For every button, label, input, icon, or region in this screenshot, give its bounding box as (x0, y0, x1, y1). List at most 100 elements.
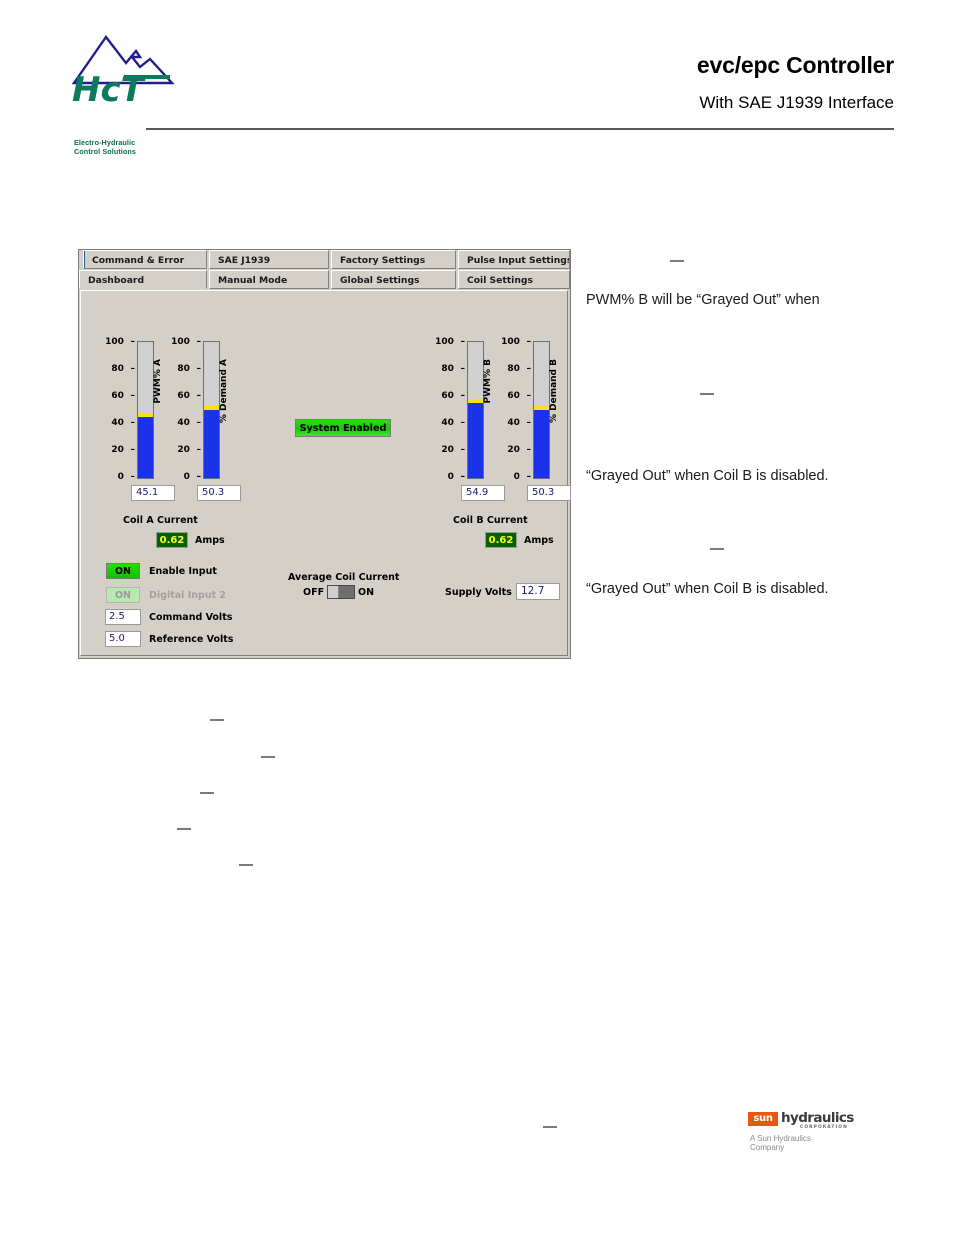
tick-60: 60 – (507, 391, 531, 401)
gauge-demand-b-label: % Demand B (549, 359, 559, 424)
tick-0: 0 – (447, 472, 465, 482)
command-volts-input[interactable]: 2.5 (105, 609, 141, 625)
tab-dashboard[interactable]: Dashboard (79, 270, 207, 289)
tick-60: 60 – (111, 391, 135, 401)
tick-40: 40 – (177, 418, 201, 428)
gauge-demand-a-label: % Demand A (219, 359, 229, 424)
logo-tagline-line1: Electro-Hydraulic (74, 138, 136, 147)
tick-40: 40 – (507, 418, 531, 428)
tab-pulse-input-settings[interactable]: Pulse Input Settings (458, 250, 570, 269)
supply-volts-value[interactable]: 12.7 (516, 583, 560, 600)
average-coil-current-on-label: ON (358, 587, 375, 598)
tick-40: 40 – (111, 418, 135, 428)
average-coil-current-toggle[interactable] (327, 585, 355, 599)
tick-60: 60 – (177, 391, 201, 401)
tick-80: 80 – (441, 364, 465, 374)
sun-hydraulics-logo: sun hydraulics CORPORATION A Sun Hydraul… (748, 1110, 854, 1152)
reference-volts-label: Reference Volts (149, 634, 234, 645)
gauge-pwm-a-label: PWM% A (153, 359, 163, 404)
tick-20: 20 – (507, 445, 531, 455)
gauge-demand-b-marker (534, 405, 549, 410)
system-enabled-status-button[interactable]: System Enabled (295, 419, 391, 437)
gauge-demand-a-ticks: 100 – 80 – 60 – 40 – 20 – 0 – (167, 337, 201, 483)
gauge-pwm-a: 100 – 80 – 60 – 40 – 20 – 0 – PWM% A 45.… (101, 337, 175, 501)
tick-60: 60 – (441, 391, 465, 401)
tick-80: 80 – (111, 364, 135, 374)
gauge-demand-a-marker (204, 405, 219, 410)
bullet-dash (670, 260, 684, 262)
coil-b-caption: Coil B Current (453, 515, 528, 526)
gauge-pwm-b-marker (468, 399, 483, 404)
tick-80: 80 – (507, 364, 531, 374)
coil-a-caption: Coil A Current (123, 515, 198, 526)
sun-wordmark: hydraulics (781, 1110, 854, 1126)
sun-tagline: A Sun Hydraulics Company (750, 1134, 811, 1152)
gauge-pwm-b: 100 – 80 – 60 – 40 – 20 – 0 – PWM% B 54.… (431, 337, 505, 501)
bullet-dash (700, 393, 714, 395)
digital-input-2-led[interactable]: ON (106, 587, 140, 603)
bullet-dash (261, 756, 275, 758)
tab-factory-settings[interactable]: Factory Settings (331, 250, 456, 269)
gauge-demand-a-tube (203, 341, 220, 479)
gauge-demand-b-tube (533, 341, 550, 479)
tab-command-error[interactable]: Command & Error (83, 250, 207, 269)
gauge-pwm-b-ticks: 100 – 80 – 60 – 40 – 20 – 0 – (431, 337, 465, 483)
tab-coil-settings[interactable]: Coil Settings (458, 270, 570, 289)
digital-input-2-label: Digital Input 2 (149, 590, 227, 601)
gauge-pwm-a-marker (138, 412, 153, 417)
header-divider (146, 128, 894, 130)
coil-b-current-value: 0.62 (485, 532, 517, 548)
tab-sae-j1939[interactable]: SAE J1939 (209, 250, 329, 269)
gauge-pwm-a-tube (137, 341, 154, 479)
body-paragraph-2: “Grayed Out” when Coil B is disabled. (586, 468, 829, 484)
logo-tagline-line2: Control Solutions (74, 147, 136, 156)
tick-100: 100 – (171, 337, 201, 347)
body-paragraph-1: PWM% B will be “Grayed Out” when (586, 292, 820, 308)
gauge-pwm-b-fill (468, 403, 483, 478)
tick-0: 0 – (513, 472, 531, 482)
tick-20: 20 – (111, 445, 135, 455)
gauge-pwm-b-label: PWM% B (483, 359, 493, 404)
page-header: HcT Electro-Hydraulic Control Solutions … (0, 0, 954, 156)
tab-manual-mode[interactable]: Manual Mode (209, 270, 329, 289)
reference-volts-input[interactable]: 5.0 (105, 631, 141, 647)
gauge-pwm-b-tube (467, 341, 484, 479)
tick-100: 100 – (435, 337, 465, 347)
gauge-pwm-b-value[interactable]: 54.9 (461, 485, 505, 501)
enable-input-label: Enable Input (149, 566, 217, 577)
tab-strip: Command & Error SAE J1939 Factory Settin… (79, 250, 570, 291)
average-coil-current-off-label: OFF (303, 587, 325, 598)
tick-40: 40 – (441, 418, 465, 428)
bullet-dash (543, 1126, 557, 1128)
gauge-pwm-a-value[interactable]: 45.1 (131, 485, 175, 501)
tick-0: 0 – (183, 472, 201, 482)
tick-0: 0 – (117, 472, 135, 482)
bullet-dash (239, 864, 253, 866)
gauge-demand-a-value[interactable]: 50.3 (197, 485, 241, 501)
hct-logo: HcT Electro-Hydraulic Control Solutions (72, 33, 177, 156)
body-paragraph-3: “Grayed Out” when Coil B is disabled. (586, 581, 829, 597)
enable-input-led[interactable]: ON (106, 563, 140, 579)
gauge-demand-a-fill (204, 409, 219, 478)
tick-20: 20 – (177, 445, 201, 455)
command-volts-label: Command Volts (149, 612, 233, 623)
gauge-demand-b: 100 – 80 – 60 – 40 – 20 – 0 – % Demand B… (497, 337, 571, 501)
supply-volts-label: Supply Volts (445, 587, 512, 598)
coil-a-current-value: 0.62 (156, 532, 188, 548)
toggle-knob (328, 586, 339, 598)
gauge-pwm-a-ticks: 100 – 80 – 60 – 40 – 20 – 0 – (101, 337, 135, 483)
tab-global-settings[interactable]: Global Settings (331, 270, 456, 289)
bullet-dash (177, 828, 191, 830)
gauge-demand-b-ticks: 100 – 80 – 60 – 40 – 20 – 0 – (497, 337, 531, 483)
gauge-demand-b-fill (534, 409, 549, 478)
page-title: evc/epc Controller (696, 52, 894, 78)
bullet-dash (210, 719, 224, 721)
gauge-pwm-a-fill (138, 416, 153, 478)
hct-wordmark: HcT (72, 71, 170, 107)
average-coil-current-title: Average Coil Current (288, 572, 400, 583)
tick-100: 100 – (501, 337, 531, 347)
gauge-demand-b-value[interactable]: 50.3 (527, 485, 571, 501)
logo-tagline: Electro-Hydraulic Control Solutions (74, 138, 194, 156)
tick-80: 80 – (177, 364, 201, 374)
coil-a-current-units: Amps (195, 535, 225, 546)
